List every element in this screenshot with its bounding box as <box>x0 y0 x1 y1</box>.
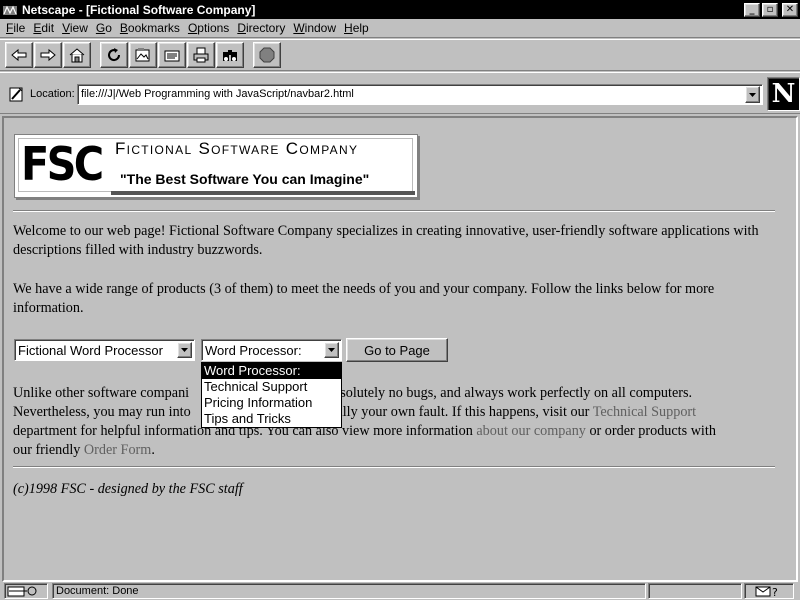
page-content: FSC Fictional Software Company "The Best… <box>2 116 798 582</box>
print-button[interactable] <box>187 42 215 68</box>
netscape-app-icon[interactable] <box>2 3 18 17</box>
maximize-button[interactable]: ▫ <box>762 2 778 17</box>
technical-support-link[interactable]: Technical Support <box>593 404 696 420</box>
stop-icon <box>259 47 275 63</box>
print-icon <box>193 47 209 63</box>
body-text-period: . <box>151 442 155 458</box>
netscape-logo[interactable]: N <box>767 77 800 111</box>
menu-directory[interactable]: Directory <box>233 21 289 35</box>
find-button[interactable] <box>216 42 244 68</box>
body-text-4: our friendly <box>13 442 81 458</box>
location-label: Location: <box>30 88 75 100</box>
open-button[interactable] <box>158 42 186 68</box>
body-text-2b: usually your own fault. If this happens,… <box>316 404 590 420</box>
intro-paragraph: Welcome to our web page! Fictional Softw… <box>13 223 759 258</box>
page-select-dropdown[interactable] <box>324 342 339 358</box>
chevron-down-icon <box>328 348 335 352</box>
product-select-value: Fictional Word Processor <box>18 343 163 358</box>
window-title: Netscape - [Fictional Software Company] <box>22 2 256 17</box>
menu-view[interactable]: View <box>58 21 92 35</box>
reload-icon <box>108 48 121 62</box>
minimize-button[interactable]: _ <box>744 2 760 17</box>
body-text-1: Unlike other software compani <box>13 385 190 401</box>
page-proxy-icon[interactable] <box>7 85 25 103</box>
menu-window[interactable]: Window <box>289 21 340 35</box>
divider-top <box>13 210 775 212</box>
reload-button[interactable] <box>100 42 128 68</box>
company-name: Fictional Software Company <box>115 139 359 158</box>
page-select[interactable]: Word Processor: <box>201 339 342 361</box>
mail-indicator[interactable]: ? <box>744 583 794 599</box>
chevron-down-icon <box>749 92 756 97</box>
svg-text:?: ? <box>772 586 778 597</box>
title-bar: Netscape - [Fictional Software Company] … <box>0 0 800 19</box>
product-select-dropdown[interactable] <box>177 342 192 358</box>
open-icon <box>164 50 180 62</box>
chevron-down-icon <box>181 348 188 352</box>
option-word-processor[interactable]: Word Processor: <box>202 363 341 379</box>
menu-options[interactable]: Options <box>184 21 233 35</box>
menu-help[interactable]: Help <box>340 21 373 35</box>
key-icon <box>7 586 37 597</box>
menu-bookmarks[interactable]: Bookmarks <box>116 21 184 35</box>
about-company-link[interactable]: about our company <box>476 423 586 439</box>
menu-go[interactable]: Go <box>92 21 116 35</box>
option-pricing-information[interactable]: Pricing Information <box>202 395 341 411</box>
body-text-2: Nevertheless, you may run into <box>13 404 191 420</box>
images-button[interactable] <box>129 42 157 68</box>
body-text-1b: osolutely no bugs, and always work perfe… <box>333 385 693 401</box>
status-bar: Document: Done ? <box>0 582 800 600</box>
close-button[interactable]: ✕ <box>782 2 798 17</box>
location-url: file:///J|/Web Programming with JavaScri… <box>81 88 354 100</box>
mail-icon: ? <box>755 586 778 599</box>
page-select-options-list[interactable]: Word Processor: Technical Support Pricin… <box>201 362 342 428</box>
tagline: "The Best Software You can Imagine" <box>120 171 370 187</box>
fsc-logo-letters: FSC <box>21 137 104 191</box>
divider-bottom <box>13 466 775 468</box>
home-button[interactable] <box>63 42 91 68</box>
images-icon <box>135 48 150 62</box>
footer-text: (c)1998 FSC - designed by the FSC staff <box>13 481 243 497</box>
page-select-value: Word Processor: <box>205 343 302 358</box>
fsc-banner-logo: FSC Fictional Software Company "The Best… <box>14 134 418 198</box>
status-text: Document: Done <box>52 583 646 599</box>
location-dropdown-button[interactable] <box>745 86 760 103</box>
find-icon <box>223 50 237 61</box>
go-to-page-button[interactable]: Go to Page <box>346 338 448 362</box>
forward-button[interactable] <box>34 42 62 68</box>
back-button[interactable] <box>5 42 33 68</box>
menu-bar: File Edit View Go Bookmarks Options Dire… <box>0 19 800 38</box>
home-icon <box>69 48 85 63</box>
location-bar: Location: file:///J|/Web Programming wit… <box>0 72 800 114</box>
forward-icon <box>40 48 56 62</box>
menu-edit[interactable]: Edit <box>29 21 58 35</box>
location-input[interactable]: file:///J|/Web Programming with JavaScri… <box>77 84 763 105</box>
stop-button[interactable] <box>253 42 281 68</box>
toolbar <box>0 39 800 71</box>
security-indicator[interactable] <box>4 583 48 599</box>
product-select[interactable]: Fictional Word Processor <box>14 339 195 361</box>
body-text-3b: or order products with <box>589 423 716 439</box>
back-icon <box>11 48 27 62</box>
menu-file[interactable]: File <box>2 21 29 35</box>
progress-area <box>648 583 742 599</box>
option-tips-and-tricks[interactable]: Tips and Tricks <box>202 411 341 427</box>
body-paragraph: Unlike other software compani osolutely n… <box>13 384 781 460</box>
option-technical-support[interactable]: Technical Support <box>202 379 341 395</box>
order-form-link[interactable]: Order Form <box>84 442 151 458</box>
products-paragraph: We have a wide range of products (3 of t… <box>13 281 715 316</box>
